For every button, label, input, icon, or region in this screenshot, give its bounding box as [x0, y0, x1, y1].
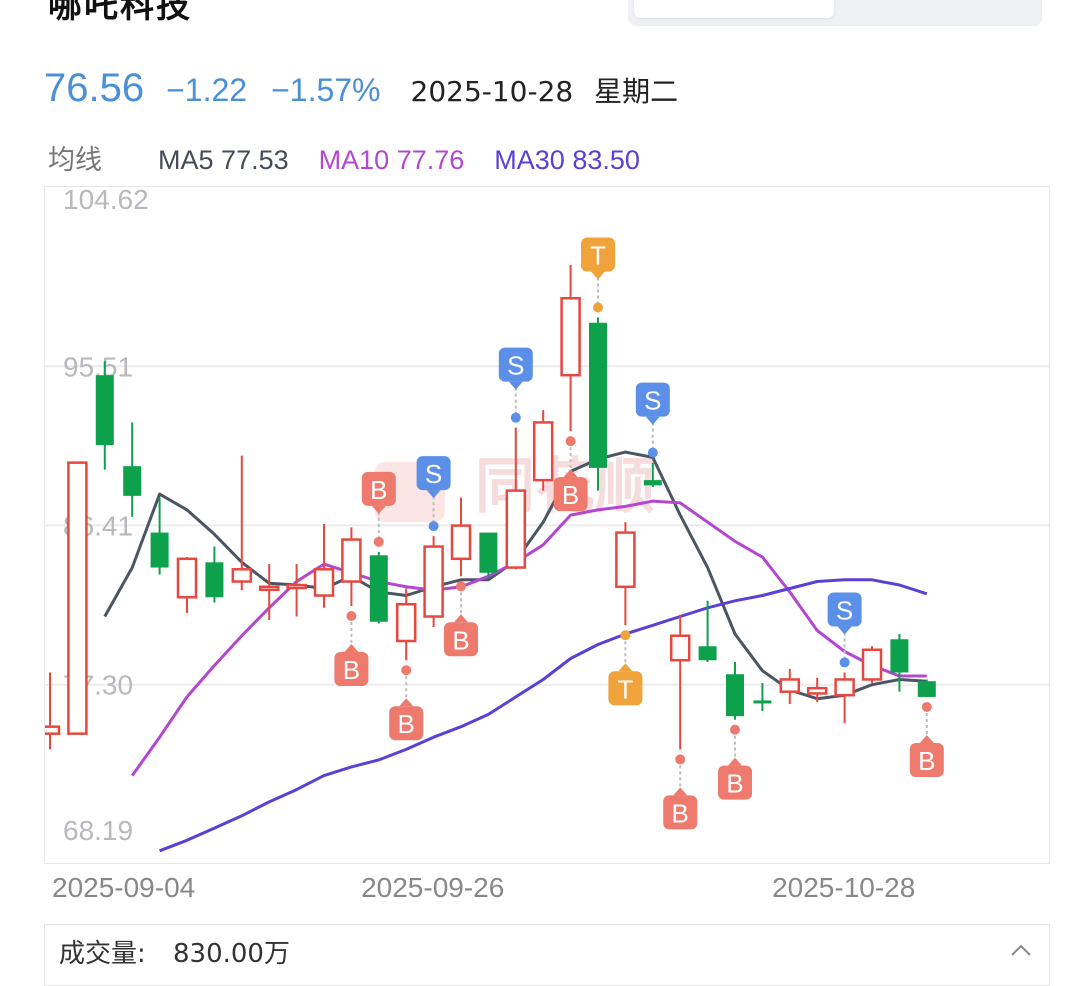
signal-label: T — [590, 241, 606, 271]
ma5-legend: MA5 77.53 — [158, 145, 289, 175]
signal-label: B — [398, 709, 415, 739]
tab-day-k[interactable]: 日K — [634, 0, 834, 18]
date-text: 2025-10-28 — [410, 75, 574, 108]
candle-body — [150, 532, 169, 568]
signal-pointer — [837, 626, 852, 635]
candle-body — [395, 603, 417, 643]
signal-label: B — [562, 480, 579, 510]
volume-panel[interactable]: 成交量: 830.00万 — [44, 924, 1050, 986]
ma10-legend: MA10 77.76 — [318, 145, 465, 175]
candle-body — [123, 466, 142, 496]
candle-body — [726, 674, 744, 717]
signal-label: B — [452, 625, 469, 655]
signal-pointer — [728, 757, 742, 766]
signal-label: B — [672, 798, 689, 828]
candle-body — [369, 555, 388, 622]
signal-dot — [839, 657, 850, 668]
signal-dot — [428, 521, 439, 532]
signal-pointer — [673, 787, 688, 796]
signal-dot — [373, 536, 384, 547]
price-change-percent: −1.57% — [271, 72, 381, 108]
signal-dot — [593, 302, 603, 313]
signal-label: B — [343, 655, 360, 685]
x-tick-label: 2025-09-26 — [361, 872, 505, 903]
signal-dot — [565, 436, 576, 447]
signal-dot — [346, 611, 357, 622]
candle-body — [505, 489, 527, 569]
signal-dot — [675, 754, 686, 765]
y-tick-label: 104.62 — [63, 187, 149, 215]
signal-label: B — [370, 475, 387, 505]
candle-body — [231, 568, 253, 583]
candle-body — [669, 634, 691, 662]
signal-dot — [510, 412, 521, 423]
ma30-legend: MA30 83.50 — [494, 145, 640, 175]
candle-body — [890, 639, 909, 673]
candle-body — [753, 700, 772, 704]
candle-body — [779, 678, 801, 693]
ma-legend-title: 均线 — [48, 145, 102, 176]
ma-legend[interactable]: 均线 MA5 77.53 MA10 77.76 MA30 83.50 — [48, 138, 640, 177]
tab-week-k[interactable]: 周K — [838, 0, 1034, 18]
signal-label: S — [507, 351, 524, 381]
candle-body — [698, 646, 717, 661]
price-change: −1.22 — [166, 72, 248, 108]
signal-dot — [647, 447, 658, 458]
signal-label: B — [918, 746, 935, 776]
candle-body — [423, 545, 444, 618]
signal-pointer — [919, 734, 934, 743]
signal-dot — [730, 724, 740, 735]
stock-name: 哪吒科技 — [48, 0, 192, 26]
signal-pointer — [344, 644, 359, 653]
signal-dot — [620, 630, 631, 641]
x-tick-label: 2025-09-04 — [52, 872, 196, 903]
candle-body — [589, 322, 607, 468]
candle-body — [95, 375, 114, 446]
signal-pointer — [399, 698, 414, 707]
candle-body — [560, 297, 581, 377]
signal-pointer — [645, 416, 660, 425]
signal-dot — [401, 665, 412, 676]
candle-body — [834, 678, 855, 697]
candle-body — [313, 568, 335, 597]
volume-label: 成交量: — [59, 939, 146, 969]
candle-body — [341, 538, 362, 583]
period-switch[interactable]: 日K 周K — [628, 0, 1042, 26]
candle-body — [861, 648, 883, 681]
candle-body — [258, 585, 280, 592]
quote-date: 2025-10-28 星期二 — [411, 70, 679, 110]
candle-body — [45, 725, 61, 735]
kline-chart[interactable]: 同花顺104.6295.5186.4177.3068.19BBBSBSBTTSB… — [44, 186, 1050, 864]
signal-dot — [921, 701, 932, 712]
candle-body — [615, 531, 636, 589]
signal-pointer — [591, 271, 605, 280]
candle-body — [286, 583, 307, 590]
candle-body — [532, 421, 554, 482]
quote-row: 76.56 −1.22 −1.57% 2025-10-28 星期二 — [44, 66, 678, 116]
candle-body — [643, 480, 662, 486]
signal-label: T — [617, 674, 633, 704]
chevron-up-icon[interactable] — [1009, 939, 1033, 963]
kline-svg[interactable]: 同花顺104.6295.5186.4177.3068.19BBBSBSBTTSB… — [45, 187, 1049, 863]
candle-body — [450, 524, 472, 561]
candle-body — [176, 557, 198, 599]
y-tick-label: 68.19 — [63, 815, 133, 846]
candle-body — [806, 686, 828, 695]
candle-body — [479, 532, 498, 573]
signal-pointer — [508, 381, 523, 390]
candle-body — [917, 681, 936, 697]
signal-label: S — [836, 595, 853, 625]
signal-label: B — [726, 769, 743, 799]
volume-value: 830.00万 — [173, 939, 290, 969]
candle-body — [205, 562, 224, 598]
weekday-text: 星期二 — [594, 75, 679, 108]
x-tick-label: 2025-10-28 — [772, 872, 916, 903]
candle-body — [67, 461, 88, 735]
signal-label: S — [644, 386, 661, 416]
signal-pointer — [618, 663, 633, 672]
current-price: 76.56 — [44, 66, 145, 110]
signal-dot — [456, 581, 466, 592]
signal-label: S — [425, 459, 442, 489]
signal-pointer — [454, 614, 468, 623]
